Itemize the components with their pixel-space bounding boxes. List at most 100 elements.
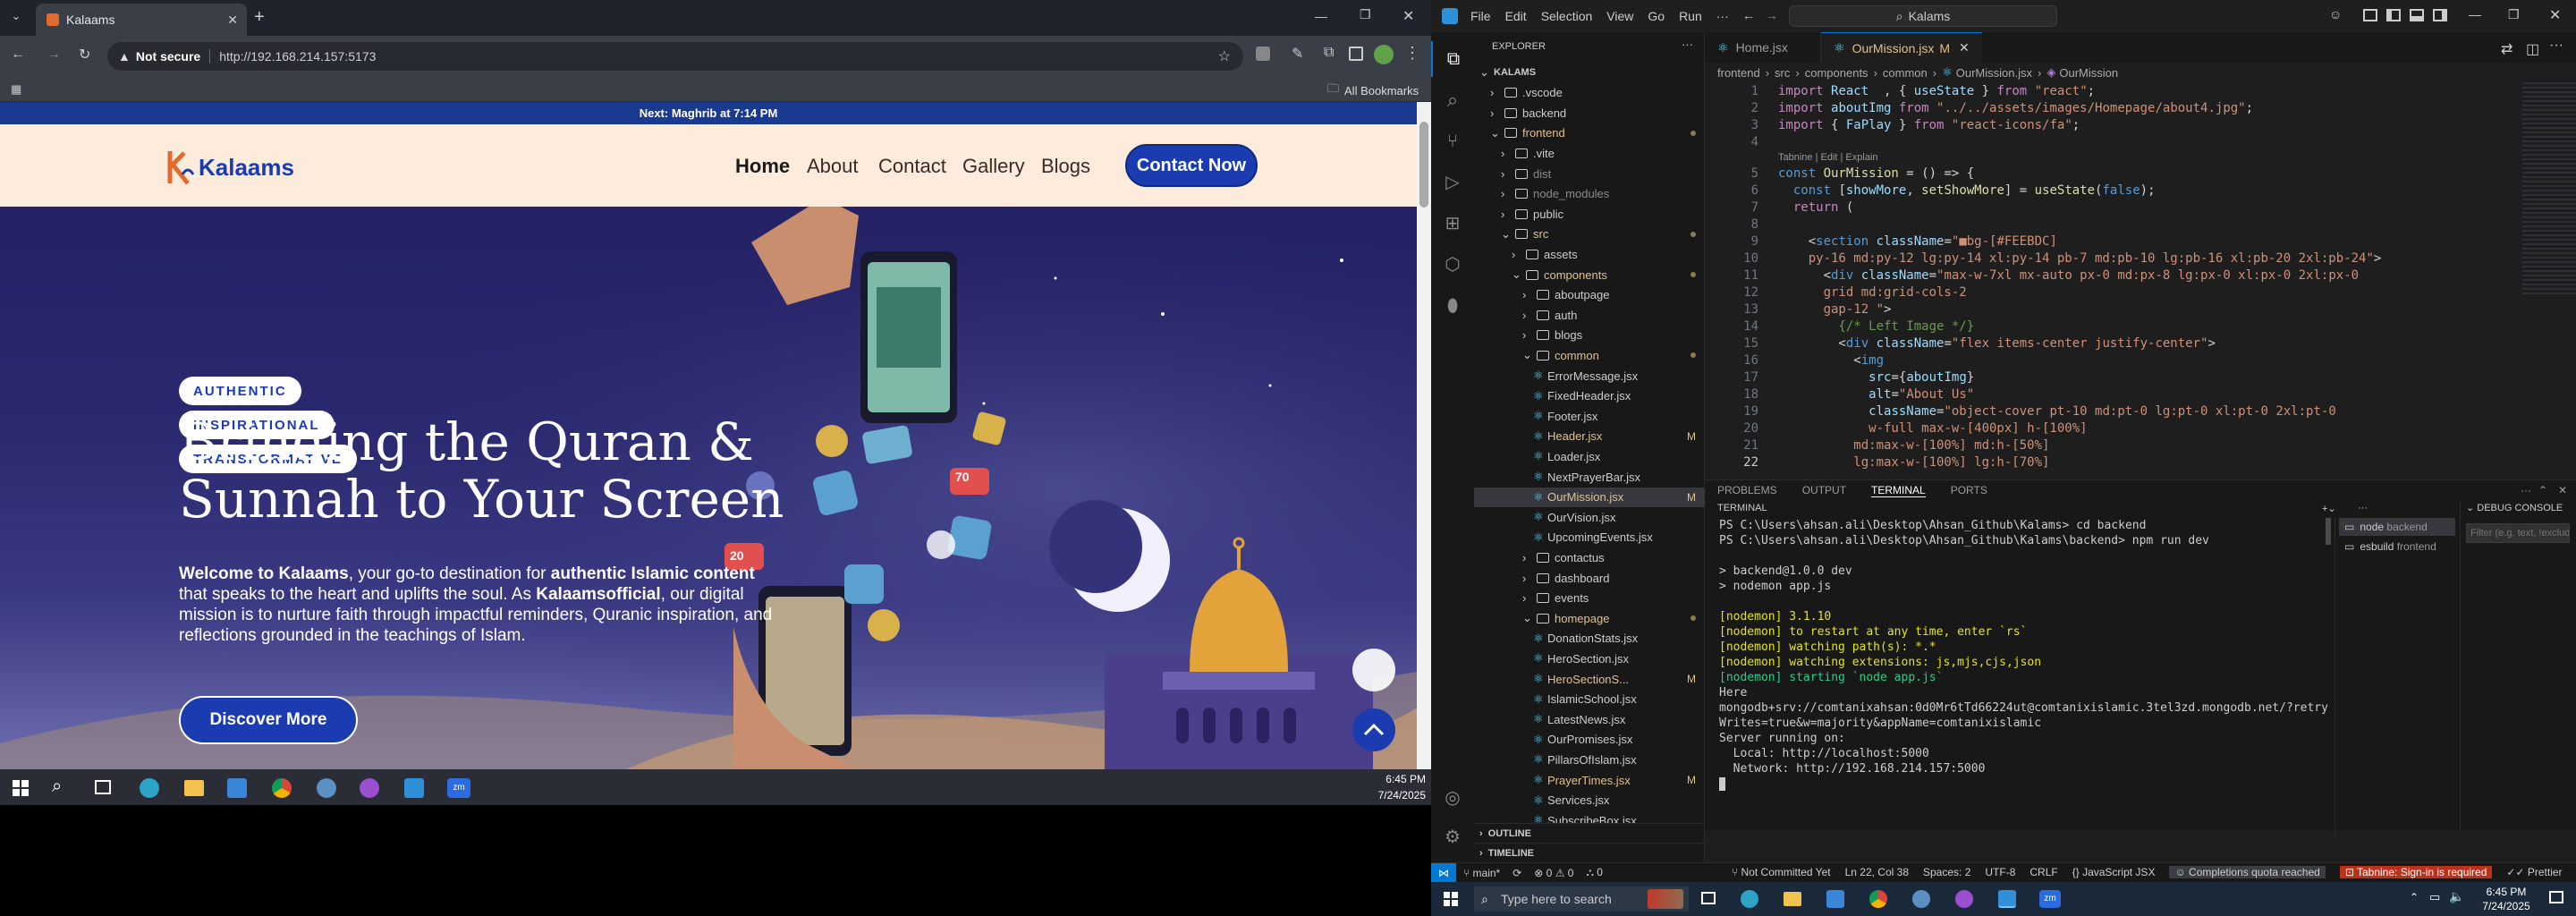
tree-file[interactable]: ⚛ LatestNews.jsx (1474, 709, 1705, 729)
discover-more-button[interactable]: Discover More (179, 696, 358, 744)
tree-folder[interactable]: › .vite (1474, 143, 1705, 163)
news-widget-icon[interactable] (1648, 889, 1683, 909)
run-debug-icon[interactable]: ▷ (1431, 165, 1474, 200)
open-changes-icon[interactable]: ⇄ (2501, 40, 2512, 58)
cursor-position[interactable]: Ln 22, Col 38 (1845, 866, 1909, 878)
scrollbar-thumb[interactable] (1419, 122, 1428, 208)
minimize-icon[interactable]: — (2469, 7, 2481, 21)
tree-file[interactable]: ⚛ NextPrayerBar.jsx (1474, 467, 1705, 487)
timeline-section[interactable]: › TIMELINE (1474, 843, 1705, 862)
page-scrollbar[interactable] (1417, 102, 1431, 769)
windows-start-icon[interactable] (13, 780, 29, 796)
search-icon[interactable]: ⌕ (52, 776, 62, 797)
forward-icon[interactable]: → (47, 47, 61, 63)
panel-more-icon[interactable]: ··· (2521, 484, 2531, 496)
tree-folder[interactable]: › events (1474, 589, 1705, 608)
taskbar-clock[interactable]: 6:45 PM 7/24/2025 (1368, 771, 1426, 803)
toggle-secondary-icon[interactable] (2433, 9, 2447, 21)
menu-run[interactable]: Run (1679, 9, 1702, 23)
task-view-icon[interactable] (1701, 892, 1716, 904)
terminal-session-node[interactable]: ▭ node backend (2339, 518, 2455, 536)
tree-folder[interactable]: ⌄ homepage (1474, 608, 1705, 628)
crumb[interactable]: OurMission (2059, 66, 2118, 80)
pen-icon[interactable]: ✎ (1292, 45, 1303, 63)
tab-ourmission-jsx[interactable]: ⚛ OurMission.jsx M ✕ (1821, 32, 1982, 63)
new-tab-icon[interactable]: + (254, 7, 265, 28)
explorer-icon[interactable]: ⧉ (1431, 41, 1474, 77)
browser-tab[interactable]: Kalaams ✕ (36, 4, 247, 36)
menu-file[interactable]: File (1470, 9, 1491, 23)
tree-file[interactable]: ⚛ OurPromises.jsx (1474, 730, 1705, 750)
source-control-icon[interactable]: ⑂ (1431, 123, 1474, 159)
tree-file[interactable]: ⚛ HeroSection.jsx (1474, 649, 1705, 668)
zoom-icon[interactable]: zm (2039, 890, 2061, 908)
chrome-icon[interactable] (1869, 890, 1887, 908)
nav-contact[interactable]: Contact (878, 155, 946, 178)
remote-icon[interactable]: ⬡ (1431, 247, 1474, 283)
store-icon[interactable] (1826, 890, 1844, 908)
eol[interactable]: CRLF (2029, 866, 2057, 878)
nav-back-icon[interactable]: ← (1742, 8, 1755, 22)
tree-folder[interactable]: › .vscode (1474, 83, 1705, 103)
tree-folder[interactable]: › auth (1474, 305, 1705, 325)
terminal-session-esbuild[interactable]: ▭ esbuild frontend (2339, 538, 2455, 556)
file-explorer-icon[interactable] (1784, 892, 1801, 906)
menu-selection[interactable]: Selection (1541, 9, 1593, 23)
app-icon[interactable] (1912, 890, 1930, 908)
store-icon[interactable] (227, 778, 247, 798)
volume-icon[interactable]: 🔈 (2449, 889, 2464, 904)
tree-folder[interactable]: › dist (1474, 164, 1705, 183)
tree-file[interactable]: ⚛ Services.jsx (1474, 791, 1705, 810)
tree-folder[interactable]: ⌄ frontend (1474, 123, 1705, 143)
tree-file[interactable]: ⚛ IslamicSchool.jsx (1474, 690, 1705, 709)
command-center[interactable]: ⌕ Kalams (1789, 5, 2057, 27)
tree-folder[interactable]: › public (1474, 204, 1705, 224)
prettier-status[interactable]: ✓✓ Prettier (2506, 866, 2562, 878)
outline-section[interactable]: › OUTLINE (1474, 823, 1705, 843)
back-icon[interactable]: ← (11, 47, 25, 63)
sidepanel-icon[interactable] (1349, 47, 1363, 61)
encoding[interactable]: UTF-8 (1985, 866, 2015, 878)
vscode-taskbar-icon[interactable] (1998, 890, 2016, 908)
tree-folder[interactable]: › blogs (1474, 326, 1705, 345)
tree-file[interactable]: ⚛ Footer.jsx (1474, 406, 1705, 426)
crumb[interactable]: common (1883, 66, 1928, 80)
taskbar-search[interactable]: ⌕ Type here to search (1474, 886, 1689, 912)
tree-folder[interactable]: › node_modules (1474, 184, 1705, 204)
editor-more-icon[interactable]: ··· (2549, 38, 2563, 54)
extensions-puzzle-icon[interactable]: ⧉ (1324, 45, 1334, 61)
site-logo[interactable]: Kalaams (165, 148, 294, 187)
tree-file[interactable]: ⚛ OurMission.jsx M (1474, 487, 1705, 507)
apps-grid-icon[interactable]: ▦ (11, 82, 21, 97)
git-blame[interactable]: ⑂ Not Committed Yet (1732, 866, 1831, 878)
close-window-icon[interactable]: ✕ (2549, 6, 2561, 24)
tree-folder[interactable]: › assets (1474, 244, 1705, 264)
more-menu-icon[interactable]: ⋮ (1404, 44, 1420, 63)
sync-icon[interactable]: ⟳ (1513, 867, 1521, 879)
edge-icon[interactable] (140, 778, 159, 798)
menu-view[interactable]: View (1606, 9, 1633, 23)
tree-file[interactable]: ⚛ Header.jsx M (1474, 427, 1705, 446)
tree-folder[interactable]: ⌄ components (1474, 265, 1705, 284)
crumb[interactable]: components (1805, 66, 1868, 80)
panel-tab-output[interactable]: OUTPUT (1802, 484, 1846, 496)
close-tab-icon[interactable]: ✕ (1959, 40, 1970, 55)
tree-file[interactable]: ⚛ Loader.jsx (1474, 446, 1705, 466)
nav-forward-icon[interactable]: → (1766, 8, 1778, 22)
crumb[interactable]: src (1775, 66, 1790, 80)
extensions-icon[interactable]: ⊞ (1431, 206, 1474, 242)
nav-home[interactable]: Home (735, 155, 790, 178)
file-explorer-icon[interactable] (184, 780, 204, 796)
tray-chevron-icon[interactable]: ⌃ (2410, 891, 2419, 903)
menu-edit[interactable]: Edit (1505, 9, 1527, 23)
notification-icon[interactable] (2549, 891, 2563, 903)
toggle-panel-icon[interactable] (2410, 9, 2424, 21)
tree-folder[interactable]: › aboutpage (1474, 285, 1705, 305)
close-tab-icon[interactable]: ✕ (227, 13, 238, 28)
search-icon[interactable]: ⌕ (1431, 82, 1474, 118)
nav-gallery[interactable]: Gallery (962, 155, 1025, 178)
address-bar[interactable]: ▲ Not secure http://192.168.214.157:5173… (107, 42, 1243, 71)
terminal-more-icon[interactable]: ··· (2358, 503, 2368, 513)
copilot-icon[interactable]: ☺ (2329, 7, 2342, 21)
code-editor[interactable]: Tabnine | Edit | Explain 1 import React , … (1705, 82, 2510, 479)
